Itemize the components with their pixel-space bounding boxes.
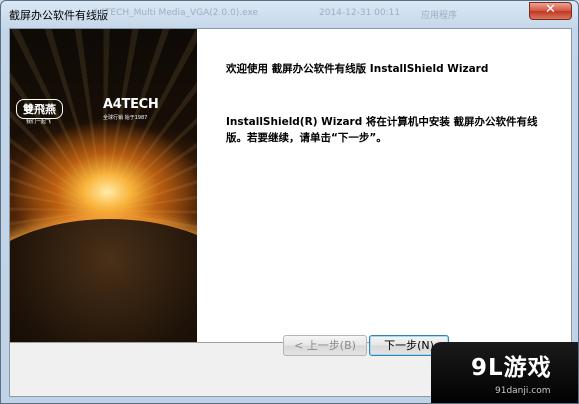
brand-banner-image: 雙飛燕 我们一起飞 A4TECH 全球行销 始于1987 [10,29,197,342]
site-watermark: 9L游戏 91danji.com [431,342,578,403]
close-button[interactable]: ✕ [529,2,572,20]
shuangfeiyan-slogan: 我们一起飞 [26,119,52,125]
watermark-site: 91danji.com [495,386,551,396]
a4tech-tagline: 全球行销 始于1987 [103,115,148,121]
installer-window: 截屏办公软件有线版 A4TECH_Multi Media_VGA(2.0.0).… [0,0,579,404]
background-date: 2014-12-31 00:11 [319,8,401,18]
background-kind: 应用程序 [421,11,458,21]
close-icon: ✕ [545,2,556,17]
background-filename: A4TECH_Multi Media_VGA(2.0.0).exe [93,8,259,18]
planet-horizon [10,219,197,342]
watermark-logo: 9L游戏 [471,355,552,381]
title-bar[interactable]: 截屏办公软件有线版 A4TECH_Multi Media_VGA(2.0.0).… [1,1,578,27]
back-button[interactable]: < 上一步(B) [283,335,367,356]
shuangfeiyan-logo-mark: 雙飛燕 [16,99,63,119]
a4tech-brand: A4TECH [103,97,159,112]
welcome-heading: 欢迎使用 截屏办公软件有线版 InstallShield Wizard [226,63,489,75]
shuangfeiyan-logo: 雙飛燕 我们一起飞 [16,99,80,125]
a4tech-logo: A4TECH 全球行销 始于1987 [103,97,159,121]
wizard-panel: 雙飛燕 我们一起飞 A4TECH 全球行销 始于1987 欢迎使用 截屏办公软件… [10,29,571,342]
welcome-description: InstallShield(R) Wizard 将在计算机中安装 截屏办公软件有… [226,116,538,144]
